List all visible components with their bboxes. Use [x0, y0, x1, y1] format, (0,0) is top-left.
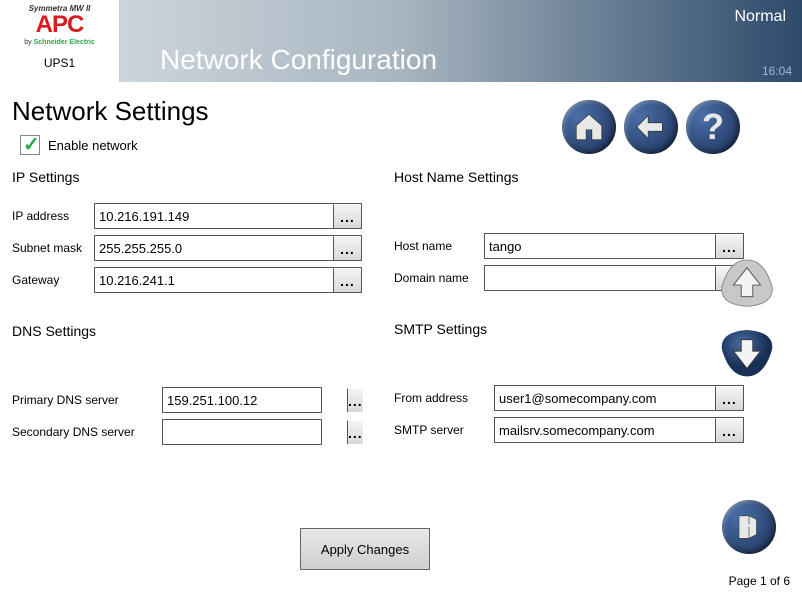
smtp-server-label: SMTP server	[394, 423, 494, 437]
secondary-dns-label: Secondary DNS server	[12, 425, 162, 439]
smtp-server-input[interactable]	[495, 418, 715, 442]
subnet-mask-input[interactable]	[95, 236, 333, 260]
host-name-label: Host name	[394, 239, 484, 253]
subnet-mask-edit-button[interactable]: ...	[333, 236, 361, 260]
primary-dns-edit-button[interactable]: ...	[347, 388, 363, 412]
gateway-edit-button[interactable]: ...	[333, 268, 361, 292]
back-button[interactable]	[624, 100, 678, 154]
domain-name-input[interactable]	[485, 266, 715, 290]
scroll-down-button[interactable]	[718, 328, 776, 378]
gateway-label: Gateway	[12, 273, 94, 287]
scroll-up-button[interactable]	[718, 258, 776, 308]
from-address-edit-button[interactable]: ...	[715, 386, 743, 410]
page-heading: Network Settings	[0, 82, 802, 135]
secondary-dns-input[interactable]	[163, 420, 347, 444]
from-address-input[interactable]	[495, 386, 715, 410]
home-icon	[572, 110, 606, 144]
dns-settings-heading: DNS Settings	[12, 323, 362, 339]
page-indicator: Page 1 of 6	[729, 574, 790, 588]
app-header: Symmetra MW II APC by Schneider Electric…	[0, 0, 802, 82]
enable-network-checkbox[interactable]: ✓	[20, 135, 40, 155]
gateway-input[interactable]	[95, 268, 333, 292]
apply-changes-button[interactable]: Apply Changes	[300, 528, 430, 570]
device-name: UPS1	[0, 56, 119, 70]
help-button[interactable]: ?	[686, 100, 740, 154]
brand-main-text: APC	[0, 13, 119, 37]
page-title: Network Configuration	[160, 44, 437, 76]
enable-network-label: Enable network	[48, 138, 138, 153]
home-button[interactable]	[562, 100, 616, 154]
brand-logo: Symmetra MW II APC by Schneider Electric…	[0, 0, 120, 82]
door-exit-icon	[734, 512, 764, 542]
arrow-left-icon	[634, 110, 668, 144]
smtp-settings-heading: SMTP Settings	[394, 321, 744, 337]
arrow-down-icon	[718, 328, 776, 378]
brand-sub-text: by Schneider Electric	[0, 39, 119, 46]
subnet-mask-label: Subnet mask	[12, 241, 94, 255]
exit-button[interactable]	[722, 500, 776, 554]
host-name-edit-button[interactable]: ...	[715, 234, 743, 258]
smtp-server-edit-button[interactable]: ...	[715, 418, 743, 442]
arrow-up-icon	[718, 258, 776, 308]
check-icon: ✓	[23, 132, 40, 157]
from-address-label: From address	[394, 391, 494, 405]
host-name-settings-heading: Host Name Settings	[394, 169, 744, 185]
ip-address-edit-button[interactable]: ...	[333, 204, 361, 228]
host-name-input[interactable]	[485, 234, 715, 258]
primary-dns-input[interactable]	[163, 388, 347, 412]
status-text: Normal	[734, 8, 786, 26]
primary-dns-label: Primary DNS server	[12, 393, 162, 407]
ip-address-input[interactable]	[95, 204, 333, 228]
domain-name-label: Domain name	[394, 271, 484, 285]
clock-text: 16:04	[762, 64, 792, 78]
ip-address-label: IP address	[12, 209, 94, 223]
secondary-dns-edit-button[interactable]: ...	[347, 420, 363, 444]
question-icon: ?	[702, 106, 724, 148]
ip-settings-heading: IP Settings	[12, 169, 362, 185]
